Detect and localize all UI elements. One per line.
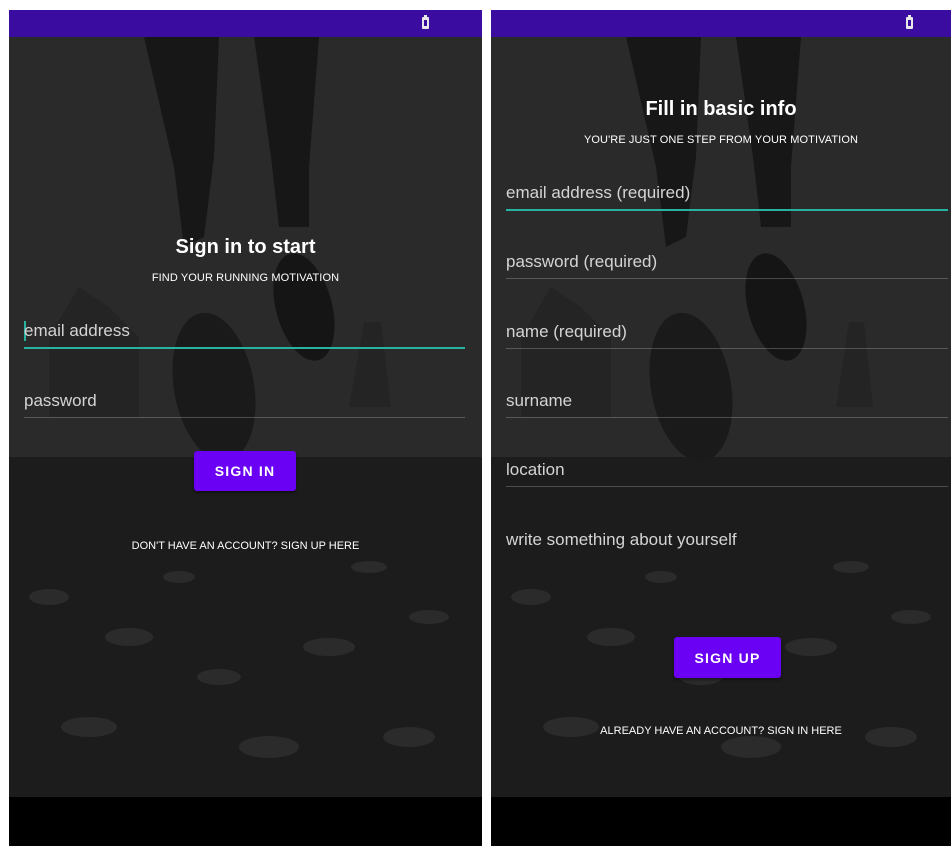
password-field[interactable]: password (required) [506,242,948,279]
sign-up-form: Fill in basic info YOU'RE JUST ONE STEP … [491,37,951,797]
location-field[interactable]: location [506,450,948,487]
sign-in-button[interactable]: SIGN IN [194,451,296,491]
email-field-hint: email address (required) [506,183,691,202]
password-field-hint: password [24,391,97,410]
sign-up-link[interactable]: DON'T HAVE AN ACCOUNT? SIGN UP HERE [9,540,482,552]
name-field[interactable]: name (required) [506,312,948,349]
email-field[interactable]: email address (required) [506,173,948,211]
battery-icon [422,15,429,29]
sign-in-link[interactable]: ALREADY HAVE AN ACCOUNT? SIGN IN HERE [491,725,951,737]
status-bar [491,10,951,37]
name-field-hint: name (required) [506,322,627,341]
page-title: Fill in basic info [645,98,797,120]
bottom-bar [491,797,951,846]
surname-field-hint: surname [506,391,573,410]
about-field[interactable]: write something about yourself [506,520,948,556]
sign-up-button[interactable]: SIGN UP [674,637,781,678]
sign-in-form: Sign in to start FIND YOUR RUNNING MOTIV… [9,37,482,797]
email-field[interactable]: email address [24,311,465,349]
sign-up-screen: Fill in basic info YOU'RE JUST ONE STEP … [491,10,951,846]
page-title: Sign in to start [175,236,316,258]
password-field-hint: password (required) [506,252,658,271]
email-field-hint: email address [24,321,130,340]
bottom-bar [9,797,482,846]
sign-in-screen: Sign in to start FIND YOUR RUNNING MOTIV… [9,10,482,846]
location-field-hint: location [506,460,565,479]
battery-icon [906,15,913,29]
about-field-hint: write something about yourself [506,530,737,549]
status-bar [9,10,482,37]
page-subtitle: YOU'RE JUST ONE STEP FROM YOUR MOTIVATIO… [583,134,859,146]
surname-field[interactable]: surname [506,381,948,418]
page-subtitle: FIND YOUR RUNNING MOTIVATION [151,272,340,284]
password-field[interactable]: password [24,381,465,418]
